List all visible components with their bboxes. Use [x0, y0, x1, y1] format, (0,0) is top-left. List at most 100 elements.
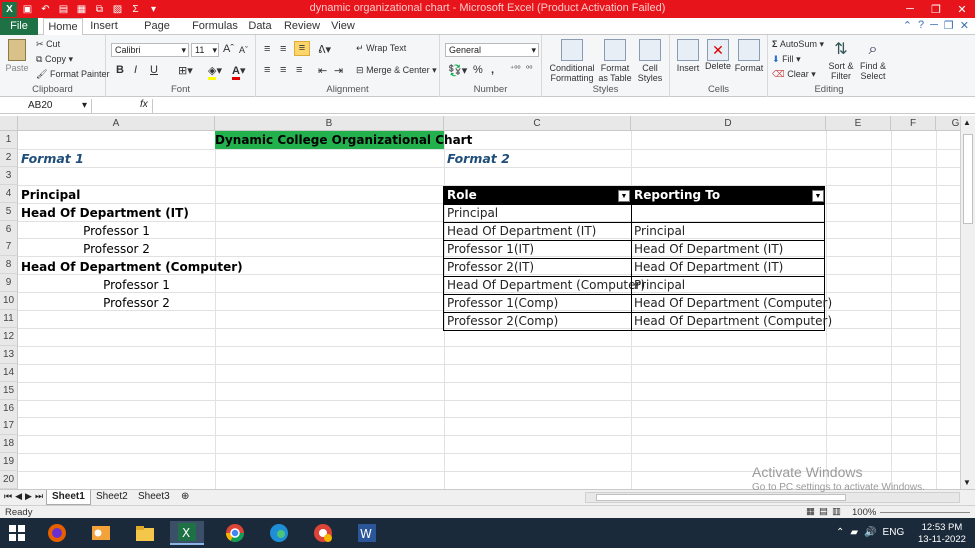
format1-item-principal[interactable]: Principal: [21, 186, 80, 204]
table-header-reporting-to[interactable]: Reporting To: [631, 187, 825, 205]
sheet-tab-sheet1[interactable]: Sheet1: [46, 490, 91, 505]
decrease-decimal-icon[interactable]: ⁰⁰: [526, 64, 532, 73]
tab-view[interactable]: View: [327, 18, 359, 35]
row-header[interactable]: 19: [0, 453, 18, 472]
grow-font-button[interactable]: Aˆ: [223, 43, 234, 55]
format1-item-prof2-comp[interactable]: Professor 2: [38, 294, 235, 312]
format1-item-prof2-it[interactable]: Professor 2: [18, 240, 215, 258]
fill-button[interactable]: ⬇ Fill ▾: [772, 54, 801, 65]
tray-chevron-icon[interactable]: ⌃: [836, 527, 844, 538]
increase-indent-icon[interactable]: ⇥: [334, 64, 343, 77]
network-icon[interactable]: ▰: [850, 527, 858, 538]
column-header-f[interactable]: F: [891, 116, 936, 131]
insert-cells-button[interactable]: Insert: [674, 39, 702, 73]
comma-button[interactable]: ,: [491, 64, 494, 76]
tab-review[interactable]: Review: [283, 18, 321, 35]
autosum-button[interactable]: Σ AutoSum ▾: [772, 39, 824, 50]
table-header-role[interactable]: Role: [444, 187, 631, 205]
page-break-view-icon[interactable]: ▥: [832, 506, 841, 517]
workbook-restore-icon[interactable]: ❐: [944, 19, 954, 32]
tab-insert[interactable]: Insert: [86, 18, 122, 35]
format-cells-button[interactable]: Format: [734, 39, 764, 73]
sheet-tab-sheet3[interactable]: Sheet3: [133, 490, 175, 505]
row-header[interactable]: 11: [0, 310, 18, 328]
language-indicator[interactable]: ENG: [883, 527, 905, 538]
sheet-nav-arrows-icon[interactable]: ⏮◀▶⏭: [4, 491, 46, 502]
format1-item-prof1-comp[interactable]: Professor 1: [38, 276, 235, 294]
copy-button[interactable]: ⧉ Copy ▾: [36, 54, 73, 65]
table-cell-role[interactable]: Professor 1(IT): [444, 241, 631, 259]
table-cell-reporting-to[interactable]: Principal: [631, 223, 825, 241]
name-box[interactable]: AB20 ▾: [0, 99, 92, 113]
format1-label[interactable]: Format 1: [21, 150, 84, 168]
outlook-icon[interactable]: [84, 521, 118, 545]
decrease-indent-icon[interactable]: ⇤: [318, 64, 327, 77]
row-header[interactable]: 10: [0, 292, 18, 311]
restore-icon[interactable]: ❐: [923, 0, 949, 18]
table-cell-role[interactable]: Professor 1(Comp): [444, 295, 631, 313]
file-explorer-icon[interactable]: [128, 521, 162, 545]
chart-title-cell[interactable]: Dynamic College Organizational Chart: [215, 131, 472, 149]
fill-color-button[interactable]: ◈▾: [208, 64, 222, 80]
orientation-icon[interactable]: ᕕ▾: [318, 43, 331, 56]
horizontal-scrollbar[interactable]: [585, 492, 960, 503]
italic-button[interactable]: I: [134, 64, 137, 76]
underline-button[interactable]: U: [150, 64, 158, 76]
table-cell-reporting-to[interactable]: Head Of Department (Computer): [631, 313, 832, 331]
borders-button[interactable]: ⊞▾: [178, 64, 193, 77]
workbook-minimize-icon[interactable]: ─: [930, 19, 938, 32]
row-header[interactable]: 14: [0, 363, 18, 382]
column-header-e[interactable]: E: [826, 116, 891, 131]
table-cell-reporting-to[interactable]: Head Of Department (IT): [631, 241, 825, 259]
find-select-button[interactable]: ⌕ Find & Select: [858, 39, 888, 81]
row-header[interactable]: 6: [0, 220, 18, 239]
row-header[interactable]: 16: [0, 399, 18, 418]
bottom-align-icon[interactable]: ≡: [294, 41, 310, 56]
chrome-profile-icon[interactable]: [306, 521, 340, 545]
scroll-up-icon[interactable]: ▲: [963, 118, 971, 127]
minimize-icon[interactable]: ─: [897, 0, 923, 18]
conditional-formatting-button[interactable]: Conditional Formatting: [546, 39, 598, 83]
shrink-font-button[interactable]: Aˇ: [239, 45, 248, 55]
tab-home[interactable]: Home: [43, 18, 83, 36]
tab-file[interactable]: File: [0, 18, 38, 35]
row-header[interactable]: 3: [0, 166, 18, 185]
help-icon[interactable]: ?: [918, 19, 924, 32]
table-cell-role[interactable]: Head Of Department (Computer): [444, 277, 645, 295]
clock[interactable]: 12:53 PM 13-11-2022: [918, 522, 966, 546]
row-header[interactable]: 1: [0, 131, 18, 149]
format1-item-hod-it[interactable]: Head Of Department (IT): [21, 204, 189, 222]
worksheet-grid[interactable]: A B C D E F G 1 2 3 4 5 6 7 8 9 10 11 12 13 14 15 16 17 1…: [0, 116, 960, 489]
normal-view-icon[interactable]: ▦: [806, 506, 815, 517]
align-center-icon[interactable]: ≡: [280, 64, 286, 76]
tab-data[interactable]: Data: [243, 18, 277, 35]
table-cell-reporting-to[interactable]: [631, 205, 825, 223]
wrap-text-button[interactable]: ↵ Wrap Text: [356, 43, 406, 54]
chrome-icon[interactable]: [218, 521, 252, 545]
merge-center-button[interactable]: ⊟ Merge & Center ▾: [356, 65, 437, 76]
horizontal-scroll-thumb[interactable]: [596, 494, 846, 501]
row-header[interactable]: 8: [0, 256, 18, 275]
excel-taskbar-icon[interactable]: X: [170, 521, 204, 545]
zoom-level[interactable]: 100%: [852, 507, 876, 518]
row-header[interactable]: 20: [0, 471, 18, 489]
table-cell-role[interactable]: Professor 2(IT): [444, 259, 631, 277]
column-header-g[interactable]: G: [936, 116, 960, 131]
format1-item-hod-computer[interactable]: Head Of Department (Computer): [21, 258, 243, 276]
increase-decimal-icon[interactable]: ⁺⁰⁰: [510, 64, 521, 73]
align-right-icon[interactable]: ≡: [296, 64, 302, 76]
format-painter-button[interactable]: 🖌 Format Painter: [36, 69, 109, 80]
format2-label[interactable]: Format 2: [447, 150, 510, 168]
column-header-d[interactable]: D: [631, 116, 826, 131]
select-all-corner[interactable]: [0, 116, 18, 131]
row-header[interactable]: 12: [0, 327, 18, 346]
word-icon[interactable]: W: [350, 521, 384, 545]
column-header-a[interactable]: A: [18, 116, 215, 131]
workbook-close-icon[interactable]: ✕: [960, 19, 969, 32]
volume-icon[interactable]: 🔊: [864, 527, 876, 538]
new-sheet-icon[interactable]: ⊕: [176, 490, 194, 505]
edge-icon[interactable]: [262, 521, 296, 545]
row-header[interactable]: 4: [0, 184, 18, 203]
delete-cells-button[interactable]: ✕ Delete: [703, 39, 733, 71]
zoom-slider[interactable]: [880, 512, 970, 513]
